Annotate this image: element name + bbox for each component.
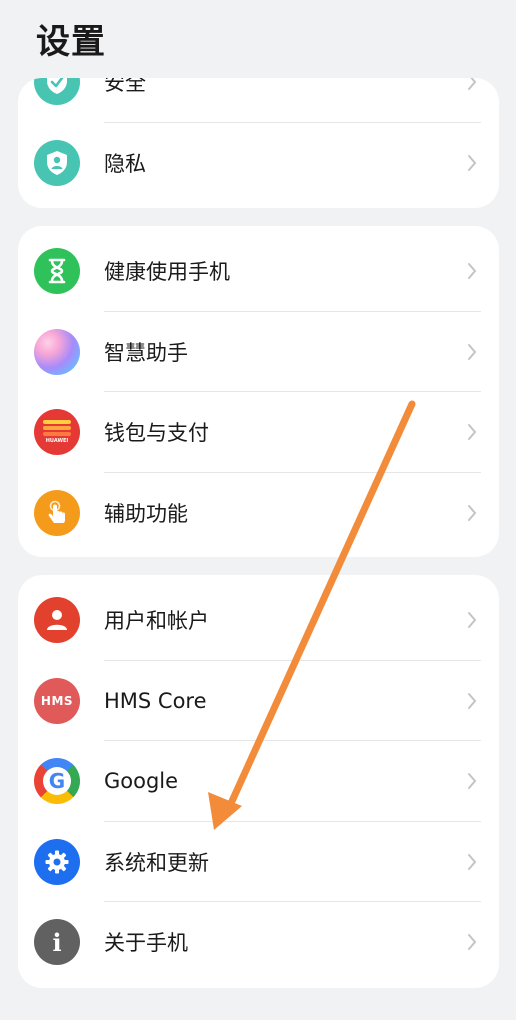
hourglass-icon xyxy=(34,248,80,295)
google-icon-text: G xyxy=(48,769,66,794)
settings-item-label: 辅助功能 xyxy=(104,501,188,526)
settings-group-security: 安全 隐私 xyxy=(18,78,499,208)
chevron-right-icon xyxy=(468,504,477,521)
settings-item-users-accounts[interactable]: 用户和帐户 xyxy=(18,580,499,661)
settings-item-privacy[interactable]: 隐私 xyxy=(18,123,499,204)
hand-pointer-icon xyxy=(34,489,80,536)
chevron-right-icon xyxy=(468,773,477,790)
chevron-right-icon xyxy=(468,424,477,441)
settings-item-hms-core[interactable]: HMS HMS Core xyxy=(18,661,499,741)
settings-item-label: 智慧助手 xyxy=(104,340,188,365)
google-icon: G xyxy=(34,758,80,805)
shield-check-icon xyxy=(34,78,80,106)
chevron-right-icon xyxy=(468,853,477,870)
settings-item-google[interactable]: G Google xyxy=(18,741,499,822)
chevron-right-icon xyxy=(468,934,477,951)
wallet-icon-text: HUAWEI xyxy=(45,438,69,445)
settings-item-label: 钱包与支付 xyxy=(104,421,209,446)
settings-item-label: 系统和更新 xyxy=(104,850,209,875)
page-title: 设置 xyxy=(36,22,106,62)
settings-group-features: 健康使用手机 智慧助手 HUAWEI 钱包与支付 辅助功能 xyxy=(18,226,499,557)
privacy-shield-icon xyxy=(34,139,80,186)
hms-icon: HMS xyxy=(34,677,80,724)
settings-item-label: 健康使用手机 xyxy=(104,260,230,285)
settings-item-system-update[interactable]: 系统和更新 xyxy=(18,822,499,902)
assistant-orb-icon xyxy=(34,328,80,375)
info-icon-text: i xyxy=(52,927,62,957)
chevron-right-icon xyxy=(468,78,477,91)
chevron-right-icon xyxy=(468,263,477,280)
settings-group-system: 用户和帐户 HMS HMS Core G Google 系统和更新 i 关于手机 xyxy=(18,575,499,988)
gear-icon xyxy=(34,838,80,885)
settings-item-about-phone[interactable]: i 关于手机 xyxy=(18,902,499,983)
settings-item-label: 隐私 xyxy=(104,151,146,176)
settings-item-label: 用户和帐户 xyxy=(104,609,209,634)
user-icon xyxy=(34,597,80,644)
settings-item-smart-assistant[interactable]: 智慧助手 xyxy=(18,312,499,392)
chevron-right-icon xyxy=(468,612,477,629)
chevron-right-icon xyxy=(468,692,477,709)
chevron-right-icon xyxy=(468,154,477,171)
settings-item-label: Google xyxy=(104,769,179,794)
settings-item-label: HMS Core xyxy=(104,688,207,713)
settings-item-security[interactable]: 安全 xyxy=(18,78,499,123)
settings-item-digital-balance[interactable]: 健康使用手机 xyxy=(18,231,499,312)
wallet-icon: HUAWEI xyxy=(34,409,80,456)
chevron-right-icon xyxy=(468,343,477,360)
settings-item-label: 关于手机 xyxy=(104,931,188,956)
settings-item-wallet[interactable]: HUAWEI 钱包与支付 xyxy=(18,392,499,473)
hms-icon-text: HMS xyxy=(40,693,74,708)
settings-item-accessibility[interactable]: 辅助功能 xyxy=(18,473,499,554)
info-icon: i xyxy=(34,919,80,966)
settings-item-label: 安全 xyxy=(104,78,146,96)
